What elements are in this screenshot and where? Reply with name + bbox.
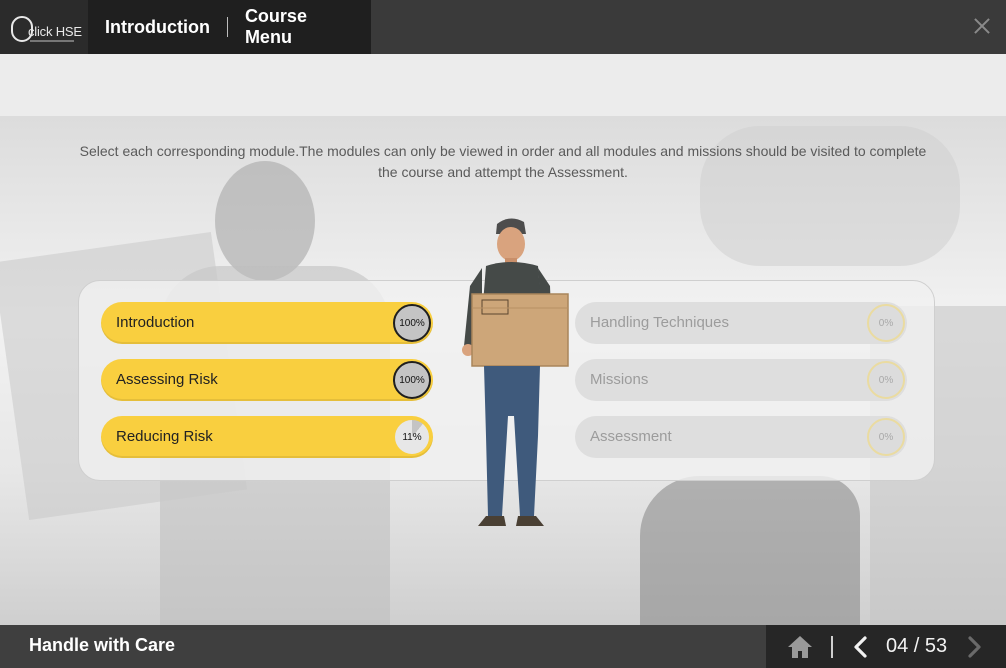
top-nav: Introduction Course Menu	[88, 0, 371, 54]
module-introduction[interactable]: Introduction 100%	[101, 302, 433, 344]
tab-introduction[interactable]: Introduction	[88, 17, 227, 38]
progress-indicator: 0%	[867, 304, 905, 342]
logo-underline	[30, 40, 74, 42]
module-label: Handling Techniques	[590, 314, 729, 331]
next-page-button[interactable]	[962, 635, 986, 659]
module-label: Assessment	[590, 428, 672, 445]
module-reducing-risk[interactable]: Reducing Risk 11%	[101, 416, 433, 458]
module-handling-techniques[interactable]: Handling Techniques 0%	[575, 302, 907, 344]
top-bar: click HSE Introduction Course Menu	[0, 0, 1006, 54]
nav-divider	[831, 636, 833, 658]
background-photo-worker-right	[640, 476, 860, 625]
module-label: Reducing Risk	[116, 428, 213, 445]
progress-indicator: 100%	[393, 304, 431, 342]
module-missions[interactable]: Missions 0%	[575, 359, 907, 401]
progress-indicator: 0%	[867, 418, 905, 456]
module-label: Assessing Risk	[116, 371, 218, 388]
bottom-bar: Handle with Care 04 / 53	[0, 625, 1006, 668]
progress-indicator: 0%	[867, 361, 905, 399]
tab-course-menu[interactable]: Course Menu	[228, 6, 371, 48]
previous-page-button[interactable]	[849, 635, 873, 659]
logo-text: click HSE	[28, 24, 82, 39]
course-title: Handle with Care	[29, 635, 176, 655]
instructions-text: Select each corresponding module.The mod…	[79, 143, 927, 180]
module-assessment[interactable]: Assessment 0%	[575, 416, 907, 458]
module-label: Missions	[590, 371, 649, 388]
module-assessing-risk[interactable]: Assessing Risk 100%	[101, 359, 433, 401]
progress-indicator: 100%	[393, 361, 431, 399]
close-icon[interactable]	[972, 16, 992, 36]
module-label: Introduction	[116, 314, 195, 331]
course-menu-area: Select each corresponding module.The mod…	[0, 116, 1006, 625]
progress-indicator: 11%	[393, 418, 431, 456]
delivery-worker-illustration	[462, 218, 569, 526]
home-icon[interactable]	[786, 634, 814, 660]
click-hse-logo: click HSE	[0, 0, 88, 54]
page-counter: 04 / 53	[886, 635, 948, 657]
header-strip	[0, 54, 1006, 116]
